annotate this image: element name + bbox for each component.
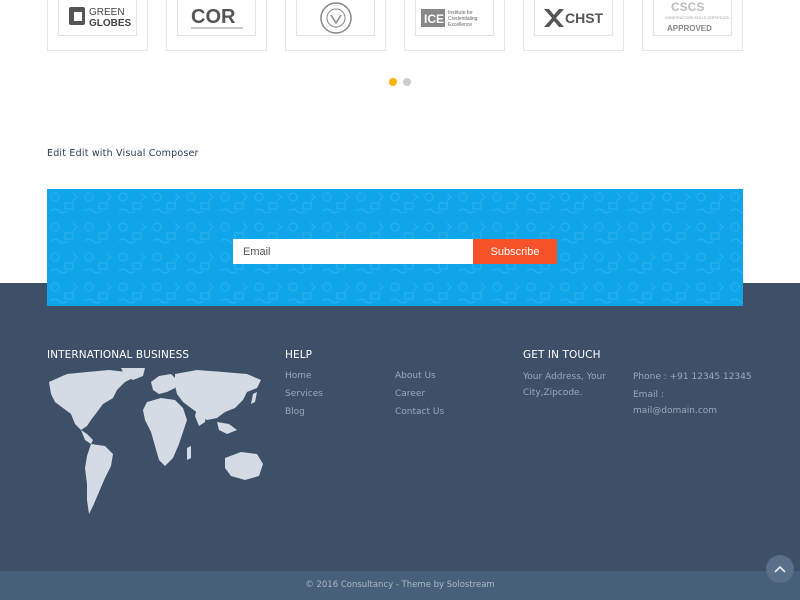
footer-link-home[interactable]: Home xyxy=(285,371,312,381)
carousel-pagination xyxy=(0,78,800,86)
svg-text:COR: COR xyxy=(191,6,236,28)
help-title: HELP xyxy=(285,349,313,361)
logo-carousel: GREEN GLOBES COR ICE Institute for Crede… xyxy=(47,0,743,51)
logo-card[interactable]: CSCS CONSTRUCTION SKILLS CERTIFICATION A… xyxy=(642,0,743,51)
svg-text:ICE: ICE xyxy=(424,12,444,26)
logo-card[interactable]: CHST xyxy=(523,0,624,51)
phone-text: Phone : +91 12345 12345 xyxy=(633,372,752,382)
footer-link-blog[interactable]: Blog xyxy=(285,407,305,417)
svg-text:APPROVED: APPROVED xyxy=(667,24,712,33)
international-business-title: INTERNATIONAL BUSINESS xyxy=(47,349,190,361)
cscs-logo: CSCS CONSTRUCTION SKILLS CERTIFICATION A… xyxy=(653,0,732,36)
copyright-text: © 2016 Consultancy - Theme by Solostream xyxy=(305,580,495,590)
email-label: Email : xyxy=(633,390,664,400)
logo-card[interactable]: GREEN GLOBES xyxy=(47,0,148,51)
svg-text:CONSTRUCTION SKILLS CERTIFICAT: CONSTRUCTION SKILLS CERTIFICATION xyxy=(665,16,729,20)
svg-text:GREEN: GREEN xyxy=(89,7,125,18)
footer-link-about-us[interactable]: About Us xyxy=(395,371,436,381)
newsletter-form: Subscribe xyxy=(233,239,557,264)
logo-card[interactable]: ICE Institute for Credentialing Excellen… xyxy=(404,0,505,51)
ice-logo: ICE Institute for Credentialing Excellen… xyxy=(415,0,494,36)
subscribe-button[interactable]: Subscribe xyxy=(473,239,557,264)
svg-text:Excellence: Excellence xyxy=(448,22,472,28)
carousel-dot-active[interactable] xyxy=(389,78,397,86)
svg-text:CHST: CHST xyxy=(565,10,604,26)
svg-text:CSCS: CSCS xyxy=(671,1,704,14)
cor-logo: COR xyxy=(177,0,256,36)
email-value[interactable]: mail@domain.com xyxy=(633,403,717,419)
newsletter-band: Subscribe xyxy=(47,189,743,306)
address-line-1: Your Address, Your xyxy=(523,372,606,382)
edit-with-visual-composer-link[interactable]: Edit Edit with Visual Composer xyxy=(47,148,199,159)
svg-text:GLOBES: GLOBES xyxy=(89,18,132,29)
footer-link-services[interactable]: Services xyxy=(285,389,323,399)
address-line-2: City,Zipcode. xyxy=(523,388,583,398)
carousel-dot[interactable] xyxy=(403,78,411,86)
chevron-up-icon xyxy=(774,565,786,573)
logo-card[interactable]: COR xyxy=(166,0,267,51)
footer-link-contact-us[interactable]: Contact Us xyxy=(395,407,444,417)
scroll-to-top-button[interactable] xyxy=(766,555,794,583)
get-in-touch-title: GET IN TOUCH xyxy=(523,349,601,361)
footer-link-career[interactable]: Career xyxy=(395,389,425,399)
logo-card[interactable] xyxy=(285,0,386,51)
email-input[interactable] xyxy=(233,239,473,264)
chst-logo: CHST xyxy=(534,0,613,36)
world-map-image xyxy=(49,368,263,514)
green-globes-logo: GREEN GLOBES xyxy=(58,0,137,36)
seal-logo xyxy=(296,0,375,36)
